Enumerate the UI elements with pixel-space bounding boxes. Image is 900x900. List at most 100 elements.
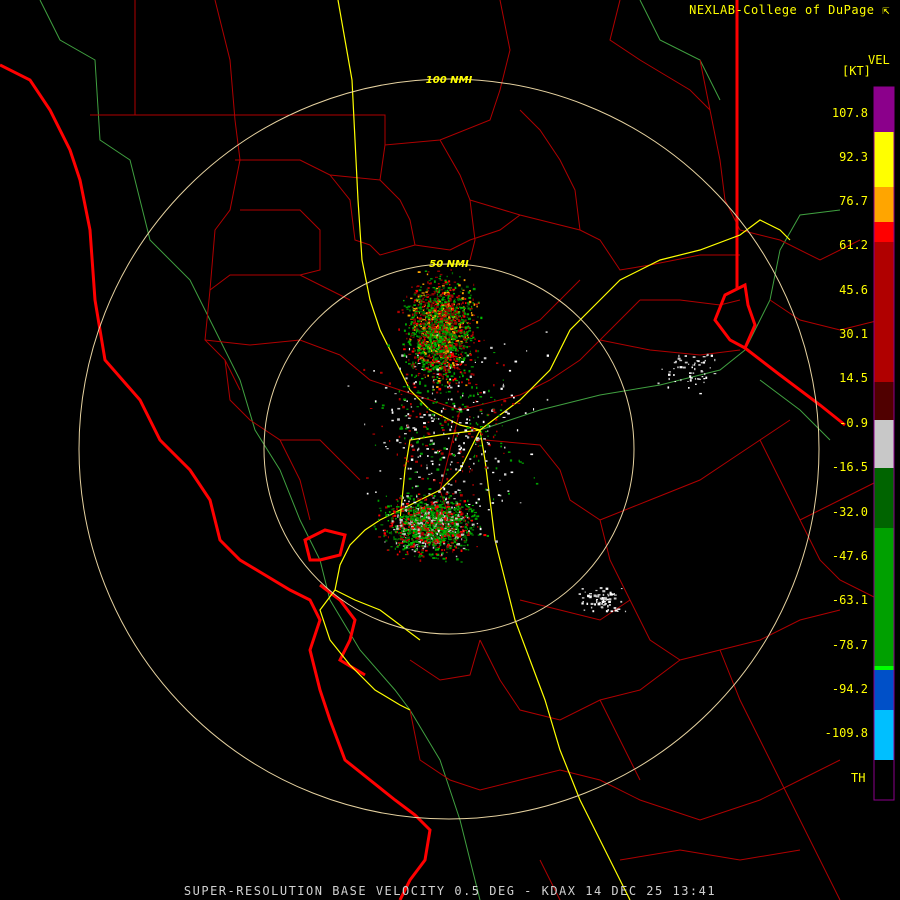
echo-pixel xyxy=(680,379,682,382)
legend-value-2: 76.7 xyxy=(839,194,868,208)
echo-pixel xyxy=(421,549,424,551)
echo-pixel xyxy=(597,603,601,606)
range-ring-label-100: 100 NMI xyxy=(426,75,473,86)
echo-pixel xyxy=(419,559,422,562)
echo-pixel xyxy=(402,523,404,525)
echo-pixel xyxy=(474,338,476,340)
echo-pixel xyxy=(486,489,490,491)
echo-pixel xyxy=(407,542,410,544)
echo-pixel xyxy=(509,459,513,462)
echo-pixel xyxy=(459,326,461,329)
echo-pixel xyxy=(429,330,431,333)
echo-pixel xyxy=(446,477,449,481)
echo-pixel xyxy=(459,276,461,278)
echo-pixel xyxy=(690,377,693,379)
echo-pixel xyxy=(466,544,469,547)
echo-pixel xyxy=(462,331,464,334)
echo-pixel xyxy=(418,335,420,337)
echo-pixel xyxy=(471,515,473,518)
echo-pixel xyxy=(435,517,437,519)
echo-pixel xyxy=(439,516,442,519)
echo-pixel xyxy=(418,289,422,292)
echo-pixel xyxy=(593,594,597,597)
echo-pixel xyxy=(393,539,395,541)
echo-pixel xyxy=(396,439,399,442)
echo-pixel xyxy=(456,357,459,361)
echo-pixel xyxy=(479,408,483,411)
echo-pixel xyxy=(465,522,467,524)
echo-pixel xyxy=(487,435,489,437)
echo-pixel xyxy=(481,361,484,363)
echo-pixel xyxy=(470,508,473,510)
echo-pixel xyxy=(508,369,512,372)
echo-pixel xyxy=(434,398,436,400)
echo-pixel xyxy=(475,455,478,458)
echo-pixel xyxy=(595,589,598,592)
echo-pixel xyxy=(482,420,485,424)
echo-pixel xyxy=(425,361,428,364)
echo-pixel xyxy=(446,517,448,519)
echo-pixel xyxy=(402,508,404,510)
echo-pixel xyxy=(422,318,424,321)
echo-pixel xyxy=(447,328,450,331)
echo-pixel xyxy=(488,389,490,393)
echo-pixel xyxy=(435,401,437,404)
echo-pixel xyxy=(383,441,386,444)
echo-pixel xyxy=(507,451,511,453)
echo-pixel xyxy=(414,398,417,400)
echo-pixel xyxy=(446,509,448,512)
echo-pixel xyxy=(390,533,393,535)
echo-pixel xyxy=(473,430,476,432)
echo-pixel xyxy=(402,515,405,518)
echo-pixel xyxy=(438,504,442,507)
echo-pixel xyxy=(410,495,413,497)
echo-pixel xyxy=(407,314,411,317)
echo-pixel xyxy=(410,344,412,346)
echo-pixel xyxy=(449,378,451,380)
echo-pixel xyxy=(402,558,405,560)
echo-pixel xyxy=(679,366,683,369)
echo-pixel xyxy=(437,270,441,272)
echo-pixel xyxy=(465,538,468,542)
echo-pixel xyxy=(408,500,410,503)
echo-pixel xyxy=(417,339,420,341)
echo-pixel xyxy=(431,495,433,497)
echo-pixel xyxy=(453,292,455,295)
echo-pixel xyxy=(442,373,446,376)
echo-pixel xyxy=(414,549,418,551)
nexlab-credit[interactable]: NEXLAB-College of DuPage ⇱ xyxy=(689,3,890,17)
echo-pixel xyxy=(420,286,422,288)
echo-pixel xyxy=(477,316,479,318)
echo-pixel xyxy=(397,538,400,540)
echo-pixel xyxy=(450,541,454,544)
echo-pixel xyxy=(479,396,483,398)
echo-pixel xyxy=(420,497,423,500)
echo-pixel xyxy=(440,410,443,413)
echo-pixel xyxy=(426,522,430,524)
echo-pixel xyxy=(407,523,410,525)
echo-pixel xyxy=(440,343,442,346)
echo-pixel xyxy=(433,442,435,444)
echo-pixel xyxy=(425,352,426,355)
echo-pixel xyxy=(459,331,462,334)
echo-pixel xyxy=(446,505,448,509)
echo-pixel xyxy=(688,363,690,365)
echo-pixel xyxy=(466,427,470,429)
echo-pixel xyxy=(435,347,438,350)
echo-pixel xyxy=(458,319,460,322)
echo-pixel xyxy=(397,514,399,517)
echo-pixel xyxy=(448,320,451,323)
echo-pixel xyxy=(415,460,418,463)
echo-pixel xyxy=(421,477,425,480)
echo-pixel xyxy=(462,374,464,378)
echo-pixel xyxy=(402,514,405,516)
echo-pixel xyxy=(471,314,474,317)
echo-pixel xyxy=(510,471,514,474)
echo-pixel xyxy=(399,535,402,537)
echo-pixel xyxy=(407,424,409,427)
echo-pixel xyxy=(413,555,416,557)
echo-pixel xyxy=(448,280,451,283)
echo-pixel xyxy=(453,538,455,541)
echo-pixel xyxy=(427,374,429,377)
echo-pixel xyxy=(381,425,383,428)
